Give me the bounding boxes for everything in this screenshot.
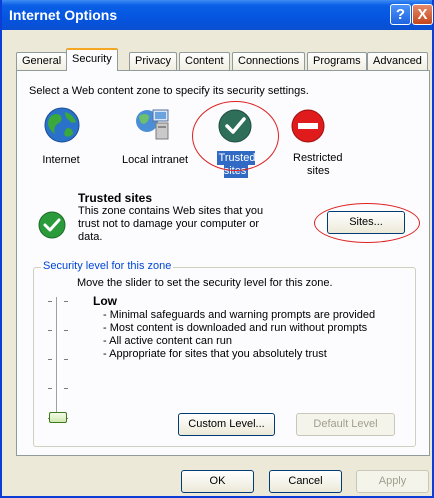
close-button[interactable]: X bbox=[412, 4, 433, 25]
zone-detail-description: This zone contains Web sites that you tr… bbox=[78, 205, 263, 244]
zone-desc-line3: data. bbox=[78, 231, 103, 243]
zone-desc-line2: trust not to damage your computer or bbox=[78, 218, 259, 230]
tab-advanced[interactable]: Advanced bbox=[367, 52, 428, 70]
default-level-label: Default Level bbox=[313, 418, 378, 430]
slider-tick bbox=[64, 359, 68, 360]
default-level-button[interactable]: Default Level bbox=[296, 413, 395, 436]
level-bullet: - Most content is downloaded and run wit… bbox=[103, 322, 368, 334]
slider-tick bbox=[64, 388, 68, 389]
tab-privacy[interactable]: Privacy bbox=[129, 52, 178, 70]
apply-button[interactable]: Apply bbox=[356, 470, 429, 493]
help-button[interactable]: ? bbox=[390, 4, 411, 25]
restricted-sites-icon[interactable] bbox=[289, 107, 327, 145]
slider-instruction: Move the slider to set the security leve… bbox=[77, 277, 333, 289]
security-level-name: Low bbox=[93, 294, 117, 308]
level-bullet: - Minimal safeguards and warning prompts… bbox=[103, 309, 376, 321]
tab-programs[interactable]: Programs bbox=[307, 52, 367, 70]
tab-connections[interactable]: Connections bbox=[232, 52, 306, 70]
title-bar[interactable]: Internet Options bbox=[2, 0, 432, 30]
tab-content[interactable]: Content bbox=[179, 52, 230, 70]
zone-detail-title: Trusted sites bbox=[78, 191, 153, 205]
slider-tick bbox=[48, 359, 52, 360]
globe-icon[interactable] bbox=[43, 106, 81, 144]
zone-label-local-intranet[interactable]: Local intranet bbox=[115, 154, 195, 167]
slider-tick bbox=[48, 301, 52, 302]
security-tab-panel: Select a Web content zone to specify its… bbox=[16, 70, 430, 456]
ok-button[interactable]: OK bbox=[181, 470, 254, 493]
level-bullet: - All active content can run bbox=[103, 335, 233, 347]
level-bullet: - Appropriate for sites that you absolut… bbox=[103, 348, 327, 360]
tab-general[interactable]: General bbox=[16, 52, 68, 70]
restricted-label-line2: sites bbox=[307, 165, 330, 177]
slider-tick bbox=[48, 330, 52, 331]
custom-level-label: Custom Level... bbox=[188, 418, 265, 430]
annotation-ellipse-trusted-sites bbox=[192, 101, 279, 171]
security-level-legend: Security level for this zone bbox=[41, 260, 174, 272]
slider-tick bbox=[64, 330, 68, 331]
intranet-icon[interactable] bbox=[133, 104, 171, 142]
internet-options-dialog: Internet Options ? X General Security Pr… bbox=[0, 0, 434, 498]
slider-tick bbox=[64, 301, 68, 302]
security-level-slider-thumb[interactable] bbox=[49, 412, 67, 423]
custom-level-button[interactable]: Custom Level... bbox=[178, 413, 275, 436]
security-level-slider-track[interactable] bbox=[56, 297, 59, 417]
trusted-sites-detail-icon bbox=[37, 210, 67, 240]
annotation-ellipse-sites bbox=[314, 203, 420, 243]
tab-security[interactable]: Security bbox=[66, 48, 118, 71]
slider-tick bbox=[48, 388, 52, 389]
zone-instruction: Select a Web content zone to specify its… bbox=[29, 85, 309, 97]
window-title: Internet Options bbox=[9, 7, 118, 23]
security-level-description: - Minimal safeguards and warning prompts… bbox=[103, 309, 375, 361]
zone-label-internet[interactable]: Internet bbox=[35, 154, 87, 167]
restricted-label-line1: Restricted bbox=[293, 152, 343, 164]
cancel-button[interactable]: Cancel bbox=[269, 470, 342, 493]
zone-desc-line1: This zone contains Web sites that you bbox=[78, 205, 264, 217]
zone-label-restricted-sites[interactable]: Restricted sites bbox=[293, 152, 343, 178]
